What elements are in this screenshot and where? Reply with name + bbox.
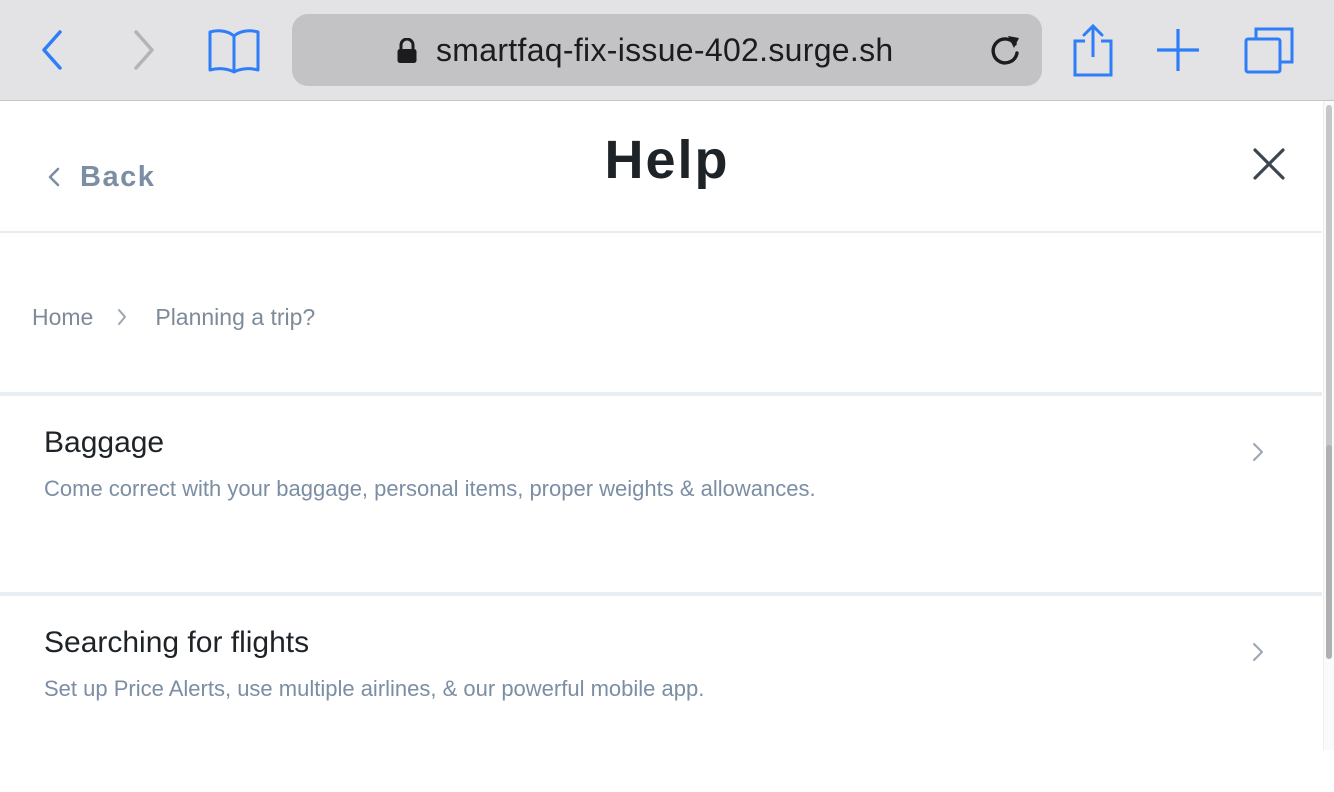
chevron-right-icon [1253, 643, 1263, 661]
tabs-icon [1244, 27, 1294, 74]
browser-back-button[interactable] [36, 20, 68, 80]
topic-title: Searching for flights [44, 626, 310, 659]
book-icon [208, 29, 260, 74]
topic-card-baggage[interactable]: Baggage Come correct with your baggage, … [0, 392, 1322, 592]
plus-icon [1157, 29, 1199, 71]
address-bar[interactable]: smartfaq-fix-issue-402.surge.sh [292, 14, 1042, 86]
chevron-left-icon [42, 30, 62, 70]
breadcrumb-home[interactable]: Home [32, 304, 93, 331]
page-title: Help [604, 130, 730, 190]
breadcrumb-current: Planning a trip? [155, 303, 316, 330]
help-page: Back Help Home Planning a trip? Baggage … [0, 101, 1334, 792]
topic-card-searching-flights[interactable]: Searching for flights Set up Price Alert… [0, 592, 1322, 792]
reload-icon[interactable] [988, 32, 1022, 68]
url-text: smartfaq-fix-issue-402.surge.sh [436, 32, 894, 68]
share-button[interactable] [1070, 20, 1116, 80]
new-tab-button[interactable] [1154, 20, 1202, 80]
browser-toolbar: smartfaq-fix-issue-402.surge.sh [0, 0, 1334, 101]
chevron-right-icon [1253, 443, 1263, 461]
tabs-button[interactable] [1242, 20, 1296, 80]
topic-description: Set up Price Alerts, use multiple airlin… [44, 676, 705, 701]
browser-forward-button[interactable] [128, 20, 160, 80]
topic-title: Baggage [44, 426, 165, 459]
topic-description: Come correct with your baggage, personal… [44, 476, 816, 501]
help-header: Back Help [0, 101, 1322, 233]
close-icon [1253, 148, 1285, 180]
share-icon [1073, 23, 1113, 77]
close-button[interactable] [1252, 147, 1286, 186]
scrollbar[interactable] [1323, 101, 1334, 750]
chevron-right-icon [134, 30, 154, 70]
scrollbar-inner-thumb[interactable] [1326, 445, 1332, 659]
chevron-right-icon [117, 308, 127, 326]
bookmarks-button[interactable] [206, 20, 262, 80]
lock-icon [397, 38, 417, 63]
breadcrumb: Home Planning a trip? [32, 297, 315, 337]
